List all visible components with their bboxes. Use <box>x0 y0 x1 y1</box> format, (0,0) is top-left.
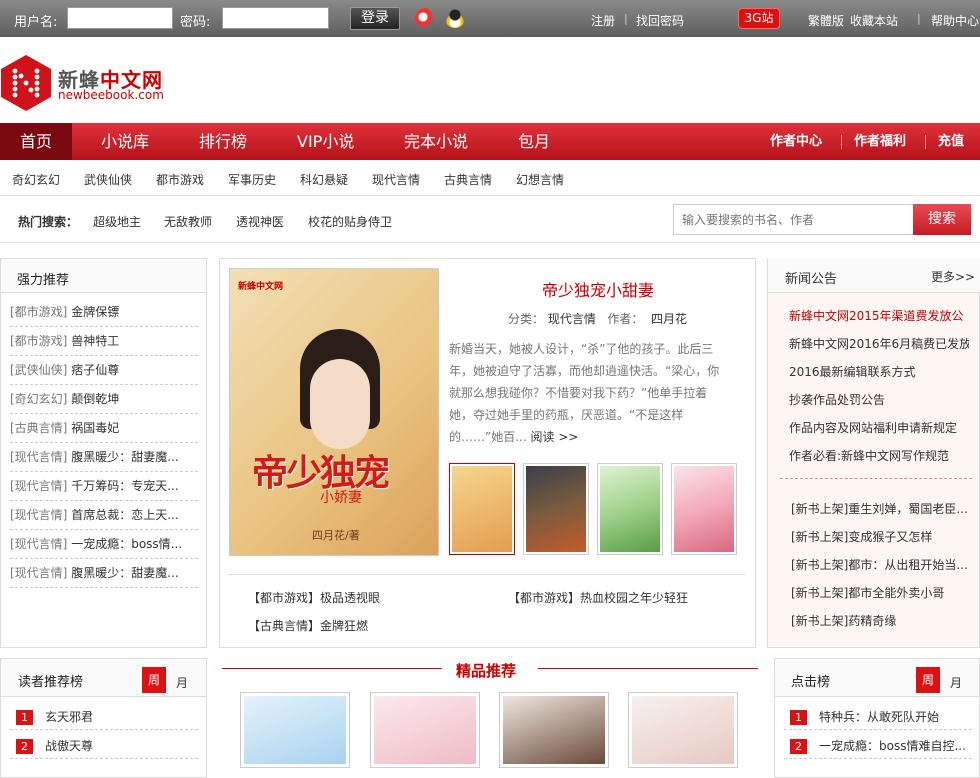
register-link[interactable]: 注册 <box>591 12 615 29</box>
list-item[interactable]: [古典言情] 祸国毒妃 <box>10 414 198 443</box>
featured-title[interactable]: 帝少独宠小甜妻 <box>448 277 748 301</box>
top-bar: 用户名: 密码: 登录 注册 | 找回密码 3G站 繁體版 收藏本站 | 帮助中… <box>0 0 980 37</box>
premium-cover[interactable] <box>370 692 480 768</box>
reader-rank-title: 读者推荐榜 <box>18 675 84 690</box>
category-link[interactable]: 军事历史 <box>228 171 276 188</box>
featured-thumb[interactable] <box>449 463 515 555</box>
featured-thumb[interactable] <box>597 463 663 555</box>
list-item[interactable]: [现代言情] 首席总裁：恋上天... <box>10 501 198 530</box>
nav-vip[interactable]: VIP小说 <box>297 123 354 160</box>
username-input[interactable] <box>67 7 173 29</box>
news-more-link[interactable]: 更多>> <box>931 268 975 285</box>
new-book-item[interactable]: [新书上架]变成猴子又怎样 <box>791 528 973 545</box>
category-link[interactable]: 武侠仙侠 <box>84 171 132 188</box>
logo-domain: newbeebook.com <box>58 88 164 102</box>
username-label: 用户名: <box>14 15 58 30</box>
category-nav: 奇幻玄幻 武侠仙侠 都市游戏 军事历史 科幻悬疑 现代言情 古典言情 幻想言情 <box>0 160 980 196</box>
premium-cover[interactable] <box>240 692 350 768</box>
password-label: 密码: <box>180 15 211 30</box>
list-item[interactable]: [现代言情] 一宠成瘾：boss情... <box>10 530 198 559</box>
favorite-link[interactable]: 收藏本站 <box>850 12 898 29</box>
news-title: 新闻公告 <box>785 272 838 287</box>
read-link[interactable]: 阅读 >> <box>531 430 579 444</box>
hot-search-title: 热门搜索： <box>18 215 79 229</box>
3g-site-button[interactable]: 3G站 <box>738 8 780 29</box>
weibo-icon[interactable] <box>415 8 435 28</box>
featured-cover[interactable]: 新蜂中文网 帝少独宠 小娇妻 四月花/著 <box>229 268 439 556</box>
nav-monthly[interactable]: 包月 <box>518 123 550 160</box>
news-item[interactable]: 作者必看:新蜂中文网写作规范 <box>789 447 969 464</box>
password-input[interactable] <box>222 7 329 29</box>
tab-month[interactable]: 月 <box>944 670 968 696</box>
featured-link[interactable]: 【都市游戏】极品透视眼 <box>248 589 380 606</box>
list-item[interactable]: [现代言情] 腹黑暖少：甜妻魔... <box>10 443 198 472</box>
nav-home[interactable]: 首页 <box>0 123 72 160</box>
news-item[interactable]: 2016最新编辑联系方式 <box>789 363 969 380</box>
nav-finished[interactable]: 完本小说 <box>404 123 468 160</box>
premium-title: 精品推荐 <box>456 662 517 680</box>
search-button[interactable]: 搜索 <box>913 204 971 235</box>
qq-icon[interactable] <box>445 8 465 28</box>
tab-week[interactable]: 周 <box>916 667 940 693</box>
hot-keyword[interactable]: 超级地主 <box>93 213 141 230</box>
tab-week[interactable]: 周 <box>142 667 166 693</box>
list-item[interactable]: [武侠仙侠] 痞子仙尊 <box>10 356 198 385</box>
new-book-item[interactable]: [新书上架]都市：从出租开始当... <box>791 556 973 573</box>
search-input[interactable] <box>673 204 914 235</box>
new-book-item[interactable]: [新书上架]都市全能外卖小哥 <box>791 584 973 601</box>
news-item[interactable]: 新蜂中文网2015年渠道费发放公 <box>789 307 969 324</box>
news-item[interactable]: 新蜂中文网2016年6月稿费已发放 <box>789 335 969 352</box>
nav-author-center[interactable]: 作者中心 <box>770 123 822 160</box>
list-item[interactable]: [都市游戏] 兽神特工 <box>10 327 198 356</box>
list-item[interactable]: [都市游戏] 金牌保镖 <box>10 298 198 327</box>
hot-keyword[interactable]: 无敌教师 <box>164 213 212 230</box>
news-item[interactable]: 抄袭作品处罚公告 <box>789 391 969 408</box>
featured-thumb[interactable] <box>523 463 589 555</box>
rank-item[interactable]: 2 战傲天尊 <box>16 737 93 754</box>
featured-thumb[interactable] <box>671 463 737 555</box>
logo-icon[interactable] <box>0 54 52 112</box>
list-item[interactable]: [现代言情] 腹黑暖少：甜妻魔... <box>10 559 198 588</box>
category-link[interactable]: 现代言情 <box>372 171 420 188</box>
category-link[interactable]: 科幻悬疑 <box>300 171 348 188</box>
traditional-link[interactable]: 繁體版 <box>808 12 844 29</box>
hot-keyword[interactable]: 校花的贴身侍卫 <box>308 213 392 230</box>
rank-item[interactable]: 2 一宠成瘾：boss情难自控... <box>790 737 972 754</box>
nav-library[interactable]: 小说库 <box>101 123 149 160</box>
category-link[interactable]: 奇幻玄幻 <box>12 171 60 188</box>
nav-recharge[interactable]: 充值 <box>938 123 964 160</box>
help-link[interactable]: 帮助中心 <box>931 12 979 29</box>
hot-keyword[interactable]: 透视神医 <box>236 213 284 230</box>
new-book-item[interactable]: [新书上架]重生刘婵，蜀国老臣... <box>791 500 973 517</box>
recommend-title: 强力推荐 <box>17 273 70 288</box>
news-item[interactable]: 作品内容及网站福利申请新规定 <box>789 419 969 436</box>
premium-cover[interactable] <box>628 692 738 768</box>
login-button[interactable]: 登录 <box>350 7 400 30</box>
category-link[interactable]: 幻想言情 <box>516 171 564 188</box>
nav-ranking[interactable]: 排行榜 <box>199 123 247 160</box>
list-item[interactable]: [奇幻玄幻] 颠倒乾坤 <box>10 385 198 414</box>
main-nav: 首页 小说库 排行榜 VIP小说 完本小说 包月 作者中心 作者福利 充值 <box>0 123 980 160</box>
list-item[interactable]: [现代言情] 千万筹码：专宠天... <box>10 472 198 501</box>
category-link[interactable]: 都市游戏 <box>156 171 204 188</box>
rank-item[interactable]: 1 玄天邪君 <box>16 708 93 725</box>
premium-cover[interactable] <box>499 692 609 768</box>
featured-description: 新婚当天，她被人设计，“杀”了他的孩子。此后三年，她被迫守了活寡，而他却逍遥快活… <box>449 342 720 444</box>
nav-author-benefits[interactable]: 作者福利 <box>854 123 906 160</box>
featured-link[interactable]: 【古典言情】金牌狂燃 <box>248 617 368 634</box>
featured-link[interactable]: 【都市游戏】热血校园之年少轻狂 <box>508 589 688 606</box>
new-book-item[interactable]: [新书上架]药精奇缘 <box>791 612 973 629</box>
find-password-link[interactable]: 找回密码 <box>636 12 684 29</box>
category-link[interactable]: 古典言情 <box>444 171 492 188</box>
click-rank-title: 点击榜 <box>791 675 831 690</box>
rank-item[interactable]: 1 特种兵：从敢死队开始 <box>790 708 972 725</box>
tab-month[interactable]: 月 <box>170 670 194 696</box>
featured-meta: 分类： 现代言情 作者： 四月花 <box>508 312 687 326</box>
